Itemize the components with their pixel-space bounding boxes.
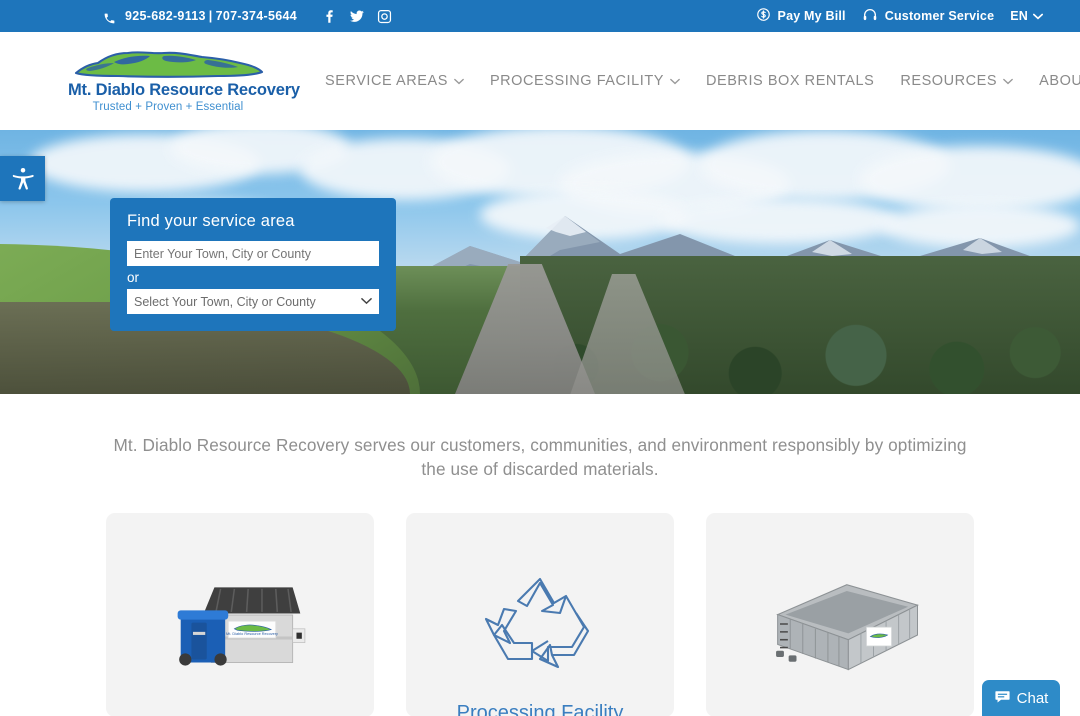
logo-company-name: Mt. Diablo Resource Recovery <box>68 81 300 99</box>
language-selector[interactable]: EN <box>1010 9 1043 23</box>
dollar-circle-icon <box>756 7 771 25</box>
service-area-title: Find your service area <box>127 212 295 230</box>
main-navigation: SERVICE AREAS PROCESSING FACILITY DEBRIS… <box>312 72 1080 91</box>
recycling-symbol-icon <box>484 578 590 669</box>
card-roll-off-box[interactable] <box>706 513 974 716</box>
service-area-select[interactable]: Select Your Town, City or County <box>127 289 379 314</box>
logo-tagline: Trusted + Proven + Essential <box>92 101 244 113</box>
nav-label: SERVICE AREAS <box>325 73 448 89</box>
headset-icon <box>862 7 878 26</box>
facebook-icon[interactable] <box>322 9 337 24</box>
topbar-contact-group: 925-682-9113 | 707-374-5644 <box>103 8 392 24</box>
main-content: Mt. Diablo Resource Recovery serves our … <box>0 434 1080 716</box>
roll-off-debris-box-icon <box>775 584 919 671</box>
service-area-or-label: or <box>127 270 140 285</box>
twitter-icon[interactable] <box>349 8 365 24</box>
nav-label: DEBRIS BOX RENTALS <box>705 73 875 89</box>
service-area-form: Find your service area or Select Your To… <box>110 198 396 331</box>
chevron-down-icon <box>670 77 680 87</box>
page-root: 925-682-9113 | 707-374-5644 Pay My Bill … <box>0 0 1080 716</box>
chat-bubble-icon <box>994 688 1011 709</box>
pay-my-bill-label: Pay My Bill <box>777 9 846 23</box>
phone-numbers[interactable]: 925-682-9113 | 707-374-5644 <box>125 9 297 23</box>
site-logo[interactable]: Mt. Diablo Resource Recovery Trusted + P… <box>68 49 300 113</box>
chat-widget-button[interactable]: Chat <box>982 680 1060 716</box>
service-area-text-input[interactable] <box>127 241 379 266</box>
pay-my-bill-link[interactable]: Pay My Bill <box>756 7 846 25</box>
service-area-select-value: Select Your Town, City or County <box>134 294 316 309</box>
card-processing-facility[interactable]: Processing Facility <box>406 513 674 716</box>
nav-item-service-areas[interactable]: SERVICE AREAS <box>312 73 477 89</box>
utility-top-bar: 925-682-9113 | 707-374-5644 Pay My Bill … <box>0 0 1080 32</box>
language-label: EN <box>1010 9 1028 23</box>
topbar-actions-group: Pay My Bill Customer Service EN <box>756 7 1043 26</box>
card-debris-box[interactable]: Mt. Diablo Resource Recovery <box>106 513 374 716</box>
instagram-icon[interactable] <box>377 9 392 24</box>
chevron-down-icon <box>1033 9 1043 23</box>
mountain-logo-icon <box>74 51 264 78</box>
customer-service-link[interactable]: Customer Service <box>862 7 995 26</box>
nav-item-about[interactable]: ABOUT <box>1026 73 1080 89</box>
hero-banner: Find your service area or Select Your To… <box>0 130 1080 394</box>
accessibility-icon[interactable] <box>0 156 45 201</box>
social-links <box>322 8 392 24</box>
feature-cards: Mt. Diablo Resource Recovery Processing … <box>0 513 1080 716</box>
dumpster-and-cart-icon: Mt. Diablo Resource Recovery <box>177 587 305 667</box>
chevron-down-icon <box>1003 77 1013 87</box>
card-label: Processing Facility <box>456 702 624 716</box>
page-tagline: Mt. Diablo Resource Recovery serves our … <box>113 435 967 479</box>
chevron-down-icon <box>361 296 372 308</box>
nav-item-debris-box-rentals[interactable]: DEBRIS BOX RENTALS <box>693 73 887 89</box>
nav-item-resources[interactable]: RESOURCES <box>887 73 1026 89</box>
nav-label: RESOURCES <box>900 73 998 89</box>
phone-icon <box>103 12 116 25</box>
nav-label: PROCESSING FACILITY <box>489 73 664 89</box>
svg-text:Mt. Diablo Resource Recovery: Mt. Diablo Resource Recovery <box>226 632 278 636</box>
site-header: Mt. Diablo Resource Recovery Trusted + P… <box>0 32 1080 130</box>
customer-service-label: Customer Service <box>884 9 995 23</box>
nav-item-processing-facility[interactable]: PROCESSING FACILITY <box>477 73 693 89</box>
chevron-down-icon <box>454 77 464 87</box>
chat-label: Chat <box>1016 689 1049 707</box>
phone-separator: | <box>208 9 213 23</box>
phone-secondary[interactable]: 707-374-5644 <box>216 9 297 23</box>
phone-primary[interactable]: 925-682-9113 <box>125 9 206 23</box>
nav-label: ABOUT <box>1039 73 1080 89</box>
